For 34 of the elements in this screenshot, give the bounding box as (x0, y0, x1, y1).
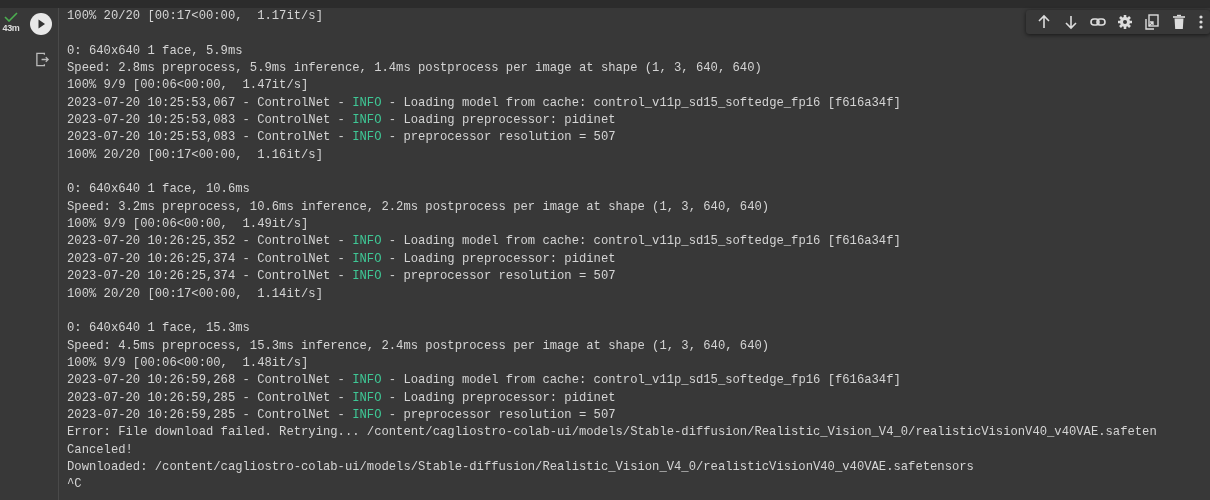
log-line: 2023-07-20 10:25:53,083 - ControlNet - INFO - preprocessor resolution = 507 (67, 129, 616, 147)
log-line: 2023-07-20 10:26:25,352 - ControlNet - INFO - Loading model from cache: control_v11p_sd15_softedge_fp16 [f616a34f] (67, 233, 901, 251)
output-line: Speed: 3.2ms preprocess, 10.6ms inference, 2.2ms postprocess per image at shape (1, 3, 640, 640) (67, 198, 770, 216)
log-line: 2023-07-20 10:26:25,374 - ControlNet - INFO - preprocessor resolution = 507 (67, 268, 616, 286)
log-line: 2023-07-20 10:26:59,285 - ControlNet - INFO - Loading preprocessor: pidinet (67, 389, 616, 407)
elapsed-time: 43m (2, 23, 20, 33)
output-line: 100% 20/20 [00:17<00:00, 1.14it/s] (67, 285, 323, 303)
down-arrow-icon[interactable] (1063, 14, 1079, 30)
output-line: 100% 9/9 [00:06<00:00, 1.48it/s] (67, 354, 309, 372)
settings-icon[interactable] (1117, 14, 1133, 30)
log-line: 2023-07-20 10:26:59,268 - ControlNet - INFO - Loading model from cache: control_v11p_sd15_softedge_fp16 [f616a34f] (67, 372, 901, 390)
output-line: 0: 640x640 1 face, 10.6ms (67, 181, 250, 199)
trash-icon[interactable] (1171, 14, 1187, 30)
window-arrow-icon[interactable] (1144, 14, 1160, 30)
log-line: 2023-07-20 10:25:53,067 - ControlNet - INFO - Loading model from cache: control_v11p_sd15_softedge_fp16 [f616a34f] (67, 94, 901, 112)
output-line: Canceled! (67, 441, 133, 459)
output-line: ^C (67, 476, 82, 494)
output-line: 0: 640x640 1 face, 15.3ms (67, 320, 250, 338)
run-button[interactable] (30, 13, 52, 35)
output-line: Speed: 2.8ms preprocess, 5.9ms inference, 1.4ms postprocess per image at shape (1, 3, 640, 640) (67, 60, 762, 78)
more-icon[interactable] (1198, 14, 1204, 30)
log-line: 2023-07-20 10:26:25,374 - ControlNet - INFO - Loading preprocessor: pidinet (67, 250, 616, 268)
output-line: 100% 20/20 [00:17<00:00, 1.16it/s] (67, 146, 323, 164)
log-line: 2023-07-20 10:25:53,083 - ControlNet - INFO - Loading preprocessor: pidinet (67, 112, 616, 130)
output-line: 100% 20/20 [00:17<00:00, 1.17it/s] (67, 8, 323, 25)
output-line: 100% 9/9 [00:06<00:00, 1.47it/s] (67, 77, 309, 95)
output-line: 100% 9/9 [00:06<00:00, 1.49it/s] (67, 216, 309, 234)
log-line: 2023-07-20 10:26:59,285 - ControlNet - INFO - preprocessor resolution = 507 (67, 406, 616, 424)
output-line: Speed: 4.5ms preprocess, 15.3ms inference, 2.4ms postprocess per image at shape (1, 3, 640, 640) (67, 337, 770, 355)
output-line: Error: File download failed. Retrying... /content/cagliostro-colab-ui/models/Stable-diffusion/Realistic_Vision_V4_0/realisticVisionV40_v40VAE.safeten (67, 424, 1157, 442)
output-line: Downloaded: /content/cagliostro-colab-ui/models/Stable-diffusion/Realistic_Vision_V4_0/realisticVisionV40_v40VAE.safetensors (67, 458, 974, 476)
up-arrow-icon[interactable] (1036, 14, 1052, 30)
output-line: 0: 640x640 1 face, 5.9ms (67, 42, 243, 60)
output-icon[interactable] (34, 52, 50, 67)
